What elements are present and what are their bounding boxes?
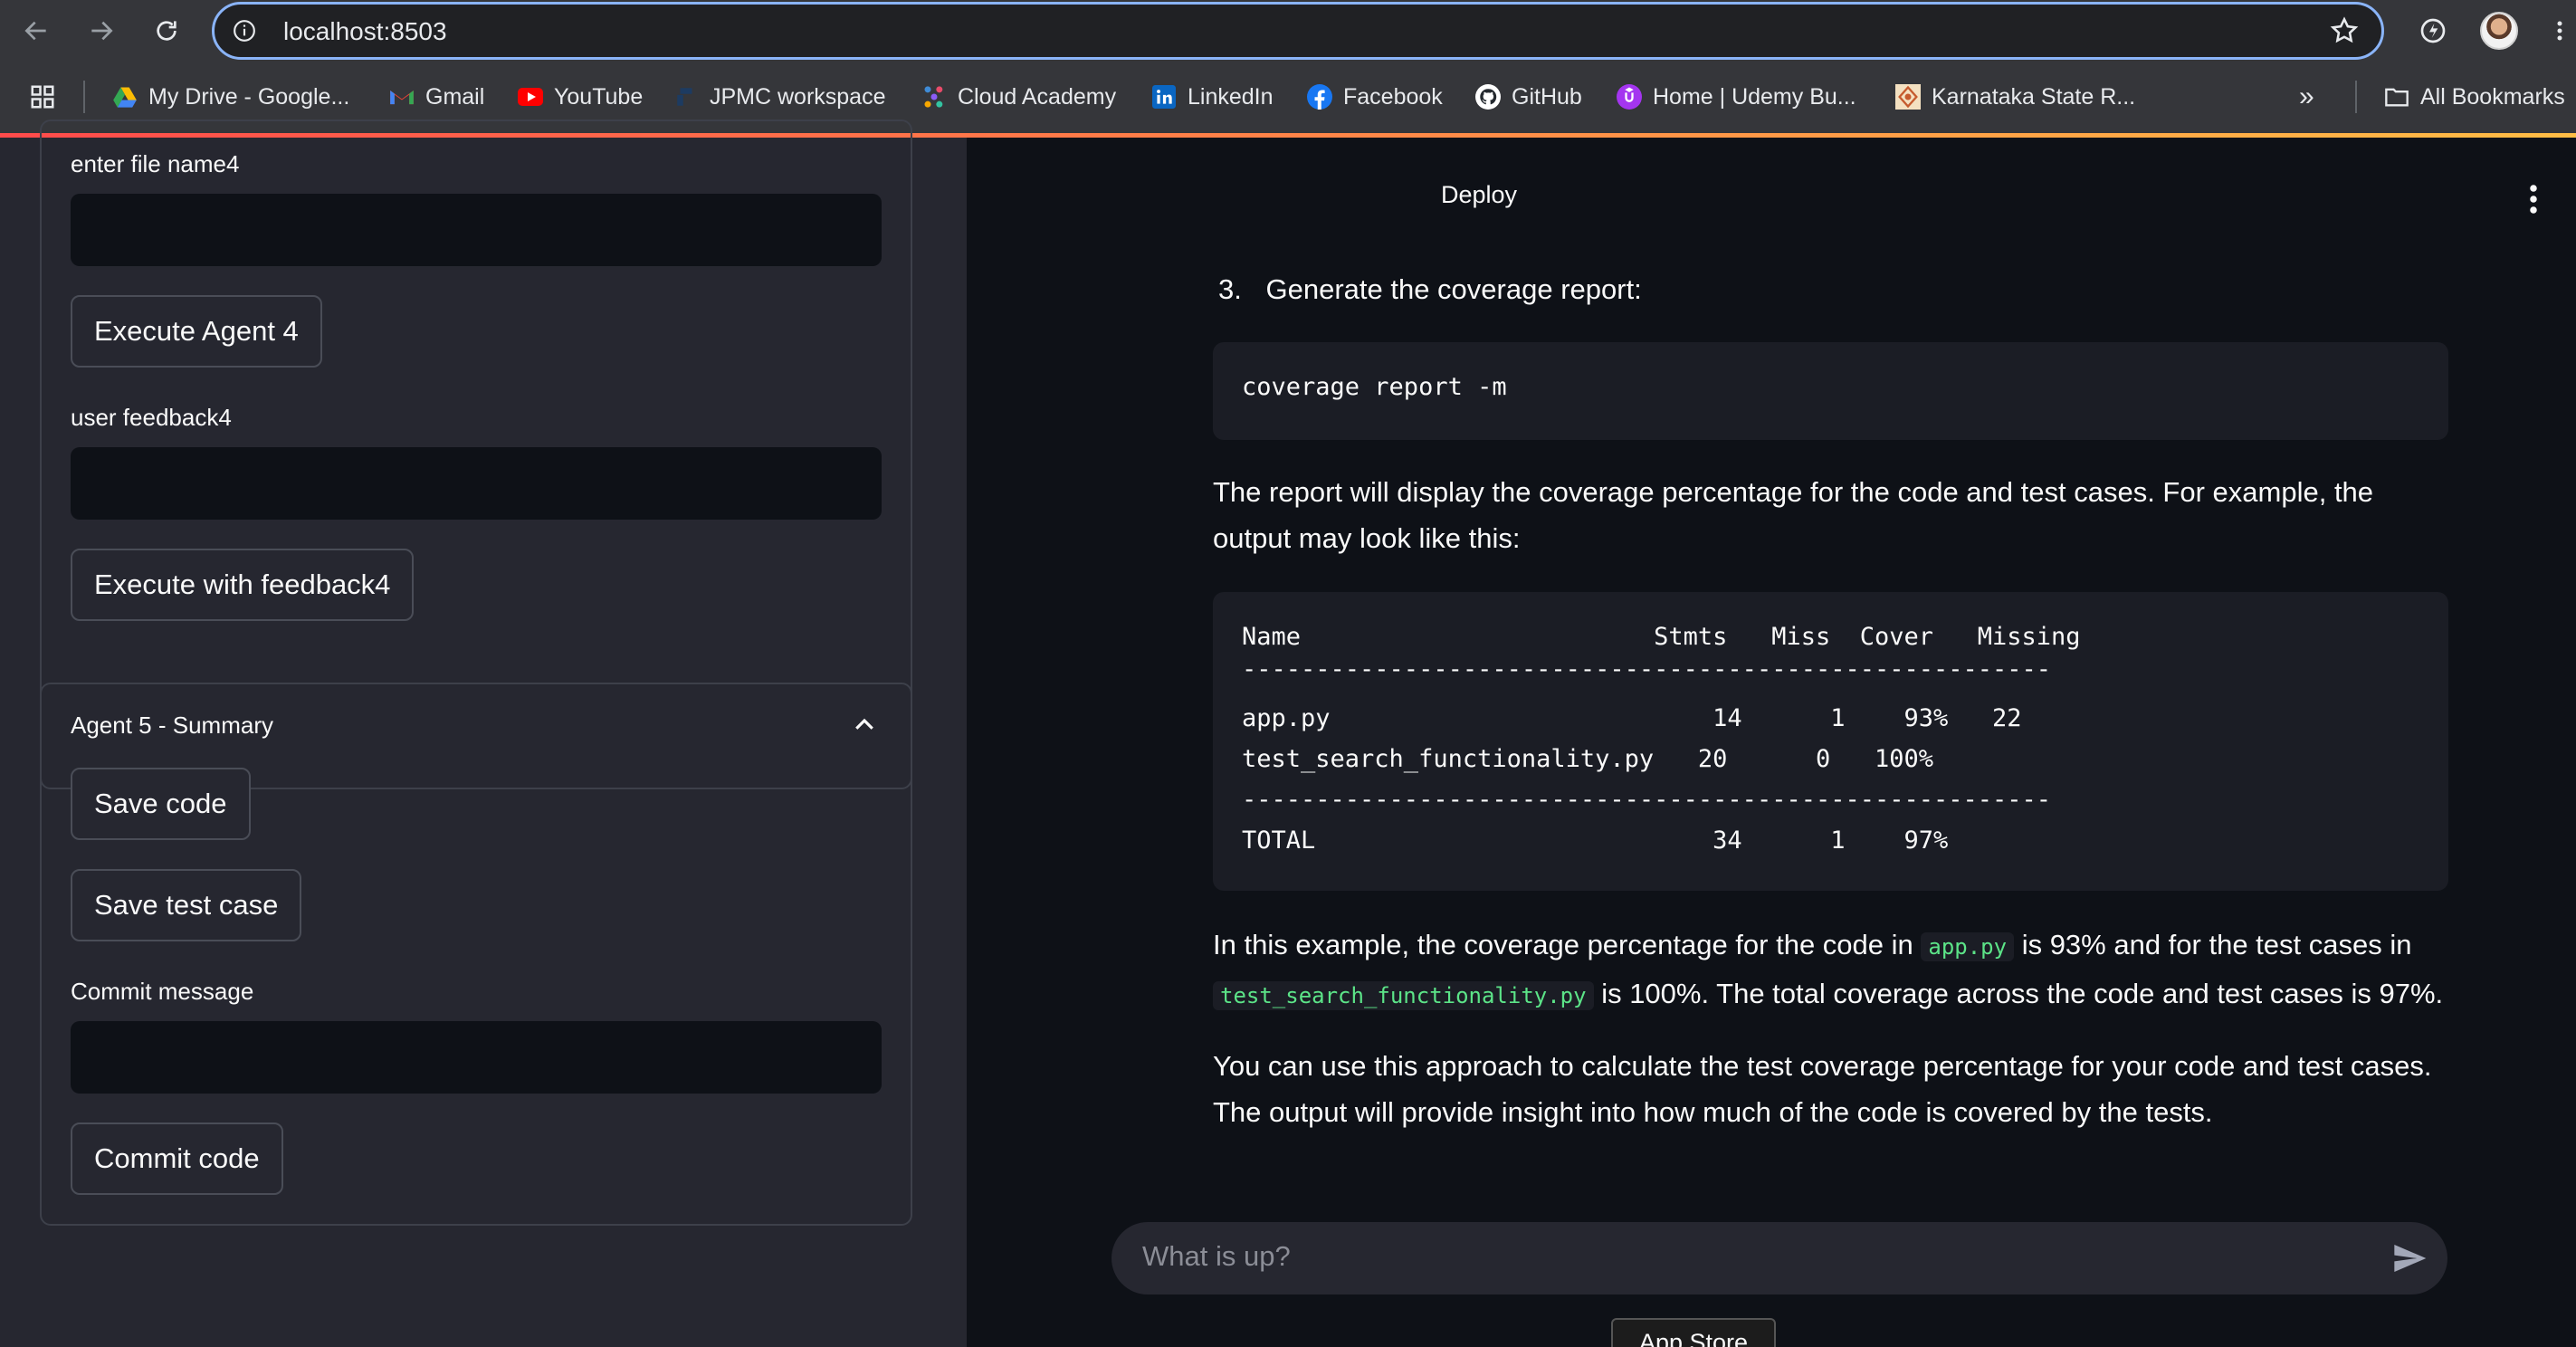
report-header-row: Name Stmts Miss Cover Missing	[1242, 623, 2081, 651]
bookmark-label: YouTube	[554, 83, 644, 110]
user-feedback-input[interactable]	[71, 447, 882, 520]
chat-input[interactable]: What is up?	[1111, 1222, 2447, 1294]
command-code: coverage report -m	[1242, 373, 1507, 401]
bookmark-github[interactable]: GitHub	[1475, 61, 1582, 133]
step-item: 3. Generate the coverage report:	[1218, 266, 2455, 312]
site-info-icon[interactable]	[233, 19, 256, 43]
report-divider: ----------------------------------------…	[1242, 786, 2052, 814]
file-name-input[interactable]	[71, 194, 882, 266]
bookmark-label: Facebook	[1343, 83, 1443, 110]
example-text: In this example, the coverage percentage…	[1213, 929, 1922, 960]
bookmark-label: Gmail	[425, 83, 485, 110]
app-store-badge[interactable]: App Store	[1611, 1318, 1776, 1347]
bookmark-star-icon[interactable]	[2329, 15, 2360, 46]
commit-message-label: Commit message	[71, 978, 254, 1005]
browser-toolbar: localhost:8503	[0, 0, 2576, 61]
bookmark-linkedin[interactable]: LinkedIn	[1151, 61, 1274, 133]
save-code-button[interactable]: Save code	[71, 768, 251, 840]
report-row: test_search_functionality.py 20 0 100%	[1242, 745, 1934, 773]
bookmark-label: My Drive - Google...	[148, 83, 350, 110]
bookmark-label: Home | Udemy Bu...	[1653, 83, 1856, 110]
execute-with-feedback-button[interactable]: Execute with feedback4	[71, 549, 415, 621]
commit-message-input[interactable]	[71, 1021, 882, 1094]
bookmark-karnataka[interactable]: Karnataka State R...	[1895, 61, 2135, 133]
bookmarks-overflow-button[interactable]: »	[2299, 61, 2314, 133]
all-bookmarks-label: All Bookmarks	[2420, 83, 2565, 110]
inline-code-test-file: test_search_functionality.py	[1213, 981, 1594, 1010]
bookmarks-separator	[83, 81, 85, 113]
coverage-report-block: Name Stmts Miss Cover Missing ----------…	[1213, 592, 2448, 891]
linkedin-icon	[1151, 84, 1177, 110]
commit-code-button[interactable]: Commit code	[71, 1122, 283, 1195]
bookmark-cloud-academy[interactable]: Cloud Academy	[921, 61, 1116, 133]
udemy-icon	[1617, 84, 1642, 110]
bookmark-udemy[interactable]: Home | Udemy Bu...	[1617, 61, 1856, 133]
profile-avatar[interactable]	[2480, 12, 2518, 50]
bookmark-facebook[interactable]: Facebook	[1307, 61, 1443, 133]
main-menu-icon[interactable]	[2522, 183, 2545, 215]
facebook-icon	[1307, 84, 1332, 110]
bookmarks-separator	[2355, 81, 2357, 113]
step-text: Generate the coverage report:	[1265, 273, 1642, 305]
bookmark-label: JPMC workspace	[710, 83, 886, 110]
reload-icon[interactable]	[148, 13, 185, 49]
google-drive-icon	[112, 84, 138, 110]
chat-placeholder: What is up?	[1142, 1240, 1291, 1272]
bookmark-label: GitHub	[1512, 83, 1582, 110]
address-bar[interactable]: localhost:8503	[212, 2, 2384, 60]
bookmark-label: Karnataka State R...	[1932, 83, 2136, 110]
save-test-case-button[interactable]: Save test case	[71, 869, 302, 941]
karnataka-icon	[1895, 84, 1921, 110]
github-icon	[1475, 84, 1501, 110]
bookmark-label: Cloud Academy	[958, 83, 1117, 110]
closing-paragraph: You can use this approach to calculate t…	[1213, 1050, 2432, 1128]
example-text: is 100%. The total coverage across the c…	[1593, 978, 2444, 1009]
chevron-up-icon[interactable]	[851, 712, 878, 739]
report-row: app.py 14 1 93% 22	[1242, 704, 2022, 732]
gmail-icon	[389, 84, 415, 110]
user-feedback-label: user feedback4	[71, 404, 232, 431]
report-total-row: TOTAL 34 1 97%	[1242, 826, 1949, 855]
report-divider: ----------------------------------------…	[1242, 655, 2052, 683]
jpmc-icon	[673, 84, 699, 110]
all-bookmarks-button[interactable]: All Bookmarks	[2384, 61, 2565, 133]
agent5-expander-title[interactable]: Agent 5 - Summary	[71, 712, 273, 740]
step-number: 3.	[1218, 273, 1242, 305]
example-text: is 93% and for the test cases in	[2014, 929, 2412, 960]
report-intro-text: The report will display the coverage per…	[1213, 476, 2374, 554]
deploy-button[interactable]: Deploy	[1441, 181, 1517, 209]
cloud-academy-icon	[921, 84, 947, 110]
file-name-label: enter file name4	[71, 150, 240, 177]
browser-menu-icon[interactable]	[2551, 13, 2569, 49]
example-paragraph: In this example, the coverage percentage…	[1213, 922, 2449, 1019]
performance-icon[interactable]	[2415, 13, 2451, 49]
send-icon[interactable]	[2391, 1240, 2428, 1276]
inline-code-app: app.py	[1921, 932, 2015, 961]
bookmark-label: LinkedIn	[1188, 83, 1274, 110]
folder-icon	[2384, 84, 2409, 110]
forward-icon[interactable]	[83, 13, 119, 49]
url-text[interactable]: localhost:8503	[283, 17, 447, 46]
youtube-icon	[518, 84, 543, 110]
back-icon[interactable]	[18, 13, 54, 49]
command-code-block: coverage report -m	[1213, 342, 2448, 440]
execute-agent-4-button[interactable]: Execute Agent 4	[71, 295, 322, 368]
